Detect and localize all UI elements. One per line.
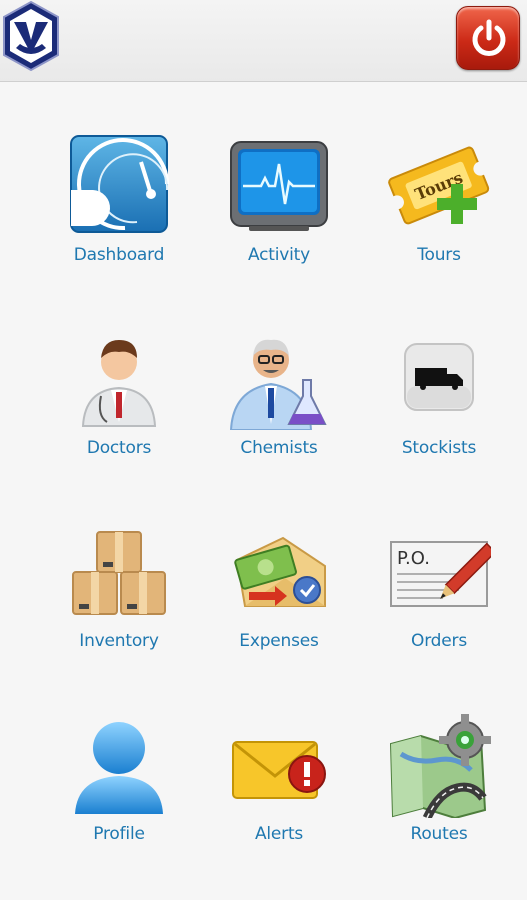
power-icon [472, 19, 506, 56]
menu-tile-orders[interactable]: P.O. Orders [354, 520, 524, 700]
menu-tile-doctors[interactable]: Doctors [34, 326, 204, 506]
menu-label-activity: Activity [248, 245, 310, 265]
menu-tile-stockists[interactable]: Stockists [354, 326, 524, 506]
svg-text:P.O.: P.O. [397, 548, 430, 569]
heart-monitor-icon [227, 134, 331, 238]
menu-tile-expenses[interactable]: Expenses [194, 520, 364, 700]
menu-label-routes: Routes [410, 824, 468, 844]
menu-tile-routes[interactable]: Routes [354, 714, 524, 894]
menu-tile-inventory[interactable]: Inventory [34, 520, 204, 700]
menu-tile-activity[interactable]: Activity [194, 132, 364, 312]
boxes-icon [67, 520, 171, 624]
menu-label-alerts: Alerts [254, 824, 304, 844]
top-bar [0, 0, 527, 82]
doctor-icon [67, 326, 171, 430]
user-icon [67, 714, 171, 818]
menu-tile-profile[interactable]: Profile [34, 714, 204, 894]
menu-label-expenses: Expenses [239, 631, 319, 651]
chemist-icon [227, 326, 331, 431]
menu-tile-alerts[interactable]: Alerts [194, 714, 364, 894]
menu-label-inventory: Inventory [79, 631, 159, 651]
menu-tile-chemists[interactable]: Chemists [194, 326, 364, 506]
money-envelope-icon [227, 520, 331, 624]
speedometer-icon [67, 132, 171, 236]
menu-label-tours: Tours [417, 245, 461, 265]
mail-alert-icon [227, 714, 331, 818]
company-logo-icon [0, 0, 62, 72]
menu-label-profile: Profile [93, 824, 145, 844]
menu-tile-tours[interactable]: Tours Tours [354, 132, 524, 312]
tour-ticket-icon: Tours [387, 132, 491, 236]
menu-label-doctors: Doctors [86, 438, 152, 458]
truck-icon [387, 326, 491, 430]
purchase-order-icon: P.O. [387, 520, 497, 624]
menu-label-orders: Orders [411, 631, 467, 651]
menu-label-dashboard: Dashboard [73, 245, 165, 265]
menu-label-chemists: Chemists [240, 438, 318, 458]
map-gear-icon [387, 714, 491, 820]
menu-grid: Dashboard Activity Tours Tours Doctors C… [0, 82, 527, 900]
menu-tile-dashboard[interactable]: Dashboard [34, 132, 204, 312]
menu-label-stockists: Stockists [401, 438, 477, 458]
power-button[interactable] [456, 6, 520, 70]
